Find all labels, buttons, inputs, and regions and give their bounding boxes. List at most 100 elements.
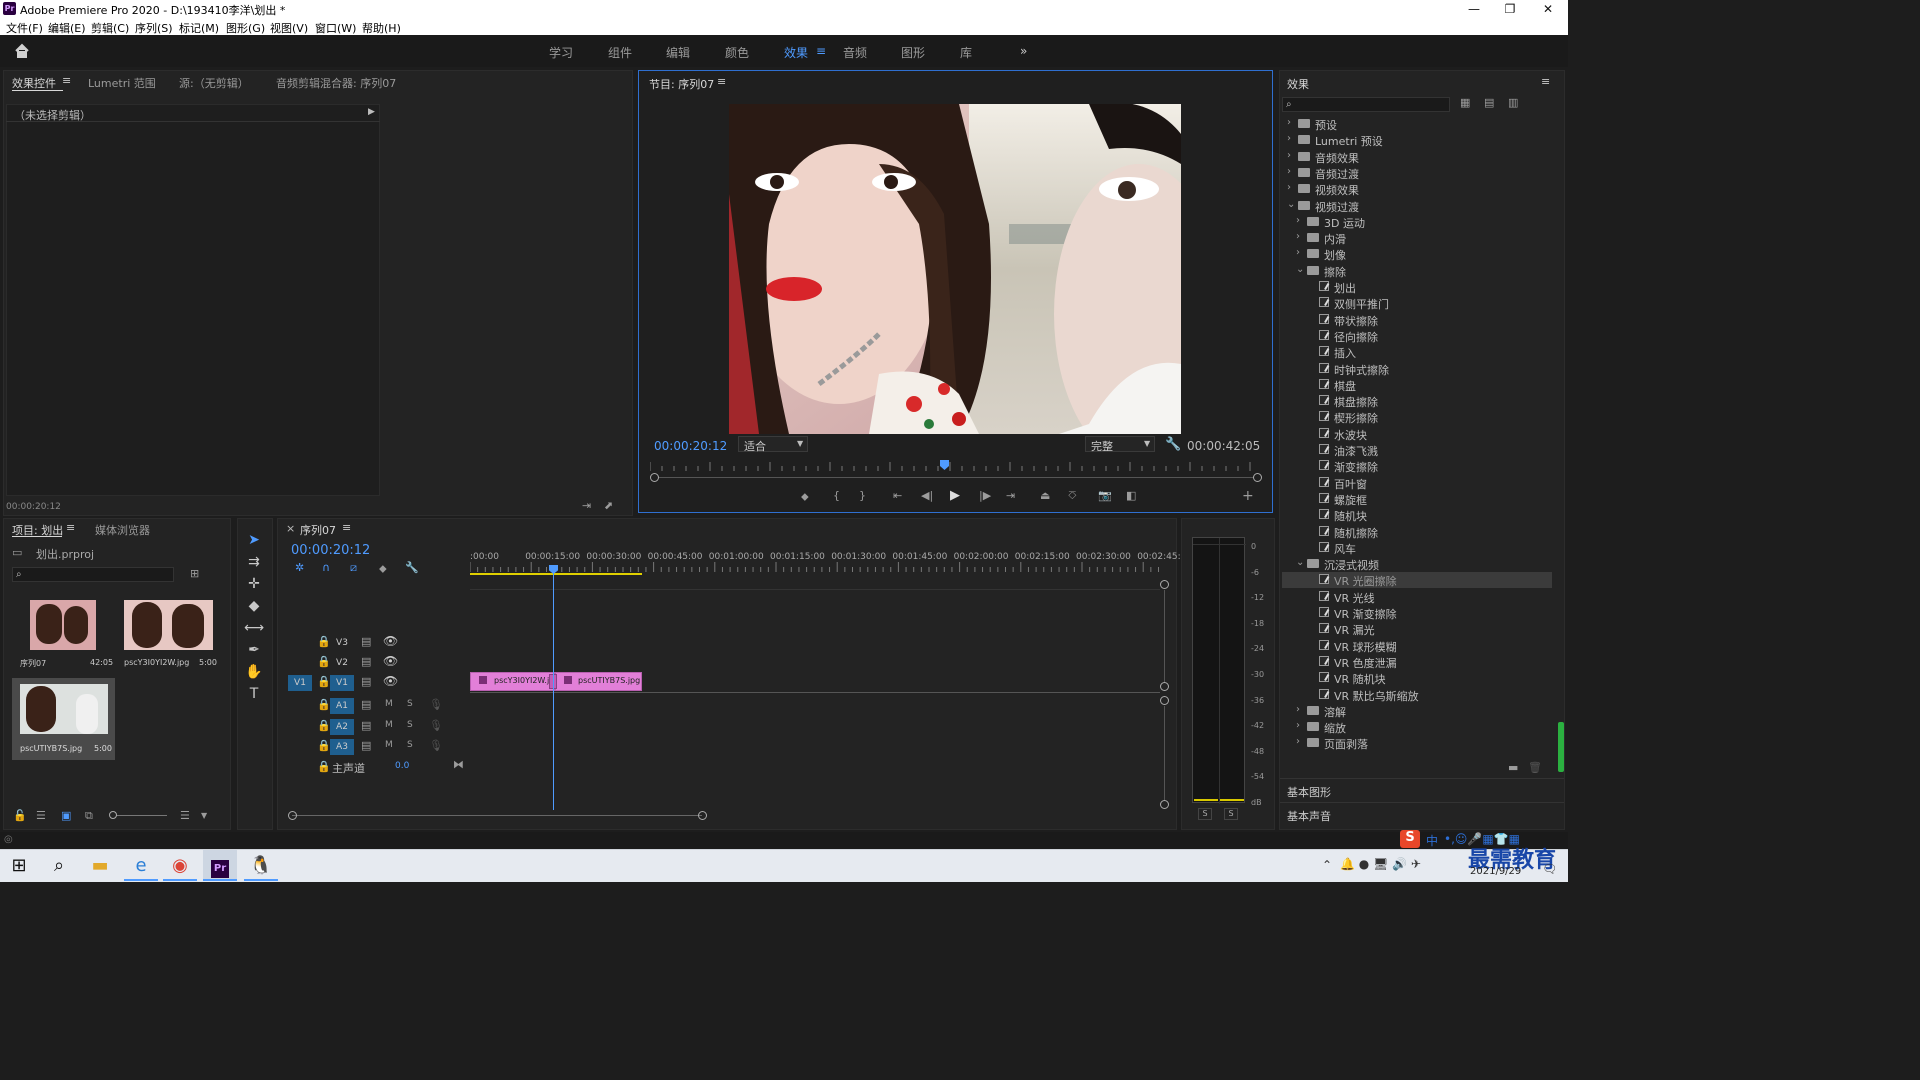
workspace-editing[interactable]: 编辑 [666, 44, 690, 61]
workspace-assembly[interactable]: 组件 [608, 44, 632, 61]
effect-item[interactable]: 棋盘擦除 [1282, 393, 1552, 409]
panel-menu-icon[interactable]: ≡ [66, 521, 75, 534]
sync-lock-icon[interactable]: ▤ [361, 720, 371, 731]
effects-search-input[interactable]: ⌕ [1282, 97, 1450, 112]
menu-file[interactable]: 文件(F) [6, 20, 43, 36]
master-volume[interactable]: 0.0 [395, 761, 409, 771]
chevron-down-icon[interactable]: ⌄ [1296, 264, 1304, 275]
track-target[interactable]: A1 [330, 698, 354, 714]
effect-folder[interactable]: › 页面剥落 [1282, 735, 1552, 751]
chevron-right-icon[interactable]: › [1296, 736, 1300, 747]
effect-item[interactable]: VR 光线 [1282, 589, 1552, 605]
sync-lock-icon[interactable]: ▤ [361, 636, 371, 647]
step-forward-icon[interactable]: |▶ [979, 490, 991, 501]
effect-folder[interactable]: › 3D 运动 [1282, 214, 1552, 230]
filter-icon[interactable]: ⇥ [582, 500, 591, 511]
essential-sound-section[interactable]: 基本声音 [1280, 802, 1564, 824]
work-area-bar[interactable] [470, 573, 642, 575]
yuv-effects-icon[interactable]: ▥ [1508, 97, 1518, 108]
effects-scrollbar[interactable] [1558, 722, 1564, 772]
search-icon[interactable]: ⌕ [42, 850, 76, 881]
timeline-tab[interactable]: 序列07 [300, 522, 336, 538]
more-workspaces-icon[interactable]: » [1020, 44, 1027, 58]
solo-button[interactable]: S [407, 700, 413, 709]
solo-button[interactable]: S [407, 741, 413, 750]
menu-window[interactable]: 窗口(W) [315, 20, 356, 36]
track-target[interactable]: A2 [330, 719, 354, 735]
track-target[interactable]: V3 [330, 635, 354, 651]
solo-left-button[interactable]: S [1198, 808, 1212, 820]
chevron-down-icon[interactable]: ⌄ [1296, 557, 1304, 568]
chevron-right-icon[interactable]: › [1287, 117, 1291, 128]
ascroll-handle-top[interactable] [1160, 696, 1169, 705]
go-to-in-icon[interactable]: ⇤ [893, 490, 902, 501]
effect-folder[interactable]: › 划像 [1282, 246, 1552, 262]
play-icon[interactable]: ▶ [950, 489, 960, 502]
pen-tool-icon[interactable]: ✒ [244, 642, 264, 660]
zoom-scrollbar[interactable] [654, 477, 1258, 478]
icon-view-icon[interactable]: ▣ [61, 810, 71, 821]
effect-item[interactable]: VR 色度泄漏 [1282, 654, 1552, 670]
effect-folder[interactable]: › 缩放 [1282, 719, 1552, 735]
new-bin-icon[interactable]: ▬ [1508, 762, 1518, 773]
chevron-up-icon[interactable]: ⌃ [1322, 858, 1332, 872]
tab-effect-controls[interactable]: 效果控件 [12, 75, 56, 91]
scroll-handle-left[interactable] [650, 473, 659, 482]
mark-in-icon[interactable]: { [833, 490, 840, 501]
tab-source[interactable]: 源:（无剪辑） [179, 75, 249, 91]
extract-icon[interactable]: ⎏ [1068, 490, 1077, 501]
chevron-right-icon[interactable]: › [1287, 133, 1291, 144]
mute-button[interactable]: M [385, 700, 393, 709]
effect-item[interactable]: VR 漏光 [1282, 621, 1552, 637]
sync-lock-icon[interactable]: ▤ [361, 699, 371, 710]
effect-item[interactable]: 双侧平推门 [1282, 295, 1552, 311]
mark-out-icon[interactable]: } [859, 490, 866, 501]
clip-1[interactable]: pscY3I0YI2W.jpg [470, 672, 559, 691]
video-scrollbar[interactable] [1164, 590, 1165, 682]
freeform-view-icon[interactable]: ⧉ [85, 810, 93, 821]
chrome-icon[interactable]: ◉ [163, 850, 197, 881]
close-tab-icon[interactable]: × [286, 522, 295, 535]
export-frame-icon[interactable]: 📷 [1098, 490, 1112, 501]
sync-lock-icon[interactable]: ▤ [361, 740, 371, 751]
sogou-icon[interactable]: S [1400, 830, 1420, 848]
lock-icon[interactable]: 🔒 [317, 656, 331, 667]
bin-search-icon[interactable]: ⊞ [190, 568, 199, 579]
linked-selection-icon[interactable]: ⧄ [350, 562, 357, 573]
hand-tool-icon[interactable]: ✋ [244, 664, 264, 682]
effect-item[interactable]: 楔形擦除 [1282, 409, 1552, 425]
chevron-right-icon[interactable]: › [1296, 231, 1300, 242]
export-icon[interactable]: ⬈ [604, 500, 613, 511]
eye-icon[interactable]: 👁 [383, 655, 398, 667]
effect-folder[interactable]: › 溶解 [1282, 703, 1552, 719]
effect-item[interactable]: 随机擦除 [1282, 524, 1552, 540]
type-tool-icon[interactable]: T [244, 686, 264, 704]
effect-item[interactable]: 风车 [1282, 540, 1552, 556]
effect-item[interactable]: VR 光圈擦除 [1282, 572, 1552, 589]
lock-icon[interactable]: 🔒 [317, 676, 331, 687]
mute-button[interactable]: M [385, 721, 393, 730]
snap-icon[interactable]: ∩ [322, 562, 330, 573]
go-to-end-icon[interactable]: ⧓ [453, 759, 464, 770]
go-to-out-icon[interactable]: ⇥ [1006, 490, 1015, 501]
wrench-icon[interactable]: 🔧 [1165, 438, 1181, 451]
ascroll-handle-bottom[interactable] [1160, 800, 1169, 809]
essential-graphics-section[interactable]: 基本图形 [1280, 778, 1564, 800]
effect-folder[interactable]: › 音频过渡 [1282, 165, 1552, 181]
qq-icon[interactable]: 🐧 [244, 850, 278, 881]
effect-item[interactable]: 插入 [1282, 344, 1552, 360]
add-button-icon[interactable]: + [1242, 489, 1254, 503]
effect-item[interactable]: VR 随机块 [1282, 670, 1552, 686]
microphone-icon[interactable]: 🎙 [429, 699, 443, 710]
timeline-settings-icon[interactable]: 🔧 [405, 562, 419, 573]
tab-audio-clip-mixer[interactable]: 音频剪辑混合器: 序列07 [276, 75, 396, 91]
track-target[interactable]: V1 [330, 675, 354, 691]
effect-folder[interactable]: › 内滑 [1282, 230, 1552, 246]
tray-icons[interactable]: 🔔 ● 🖥 🔊 ✈ [1340, 857, 1421, 871]
chevron-right-icon[interactable]: › [1287, 166, 1291, 177]
workspace-effects[interactable]: 效果 [784, 44, 808, 61]
32bit-effects-icon[interactable]: ▤ [1484, 97, 1494, 108]
project-item-image-2[interactable]: pscUTIYB7S.jpg 5:00 [12, 678, 115, 760]
lock-icon[interactable]: 🔓 [13, 810, 27, 821]
delete-icon[interactable]: 🗑 [1528, 762, 1542, 773]
